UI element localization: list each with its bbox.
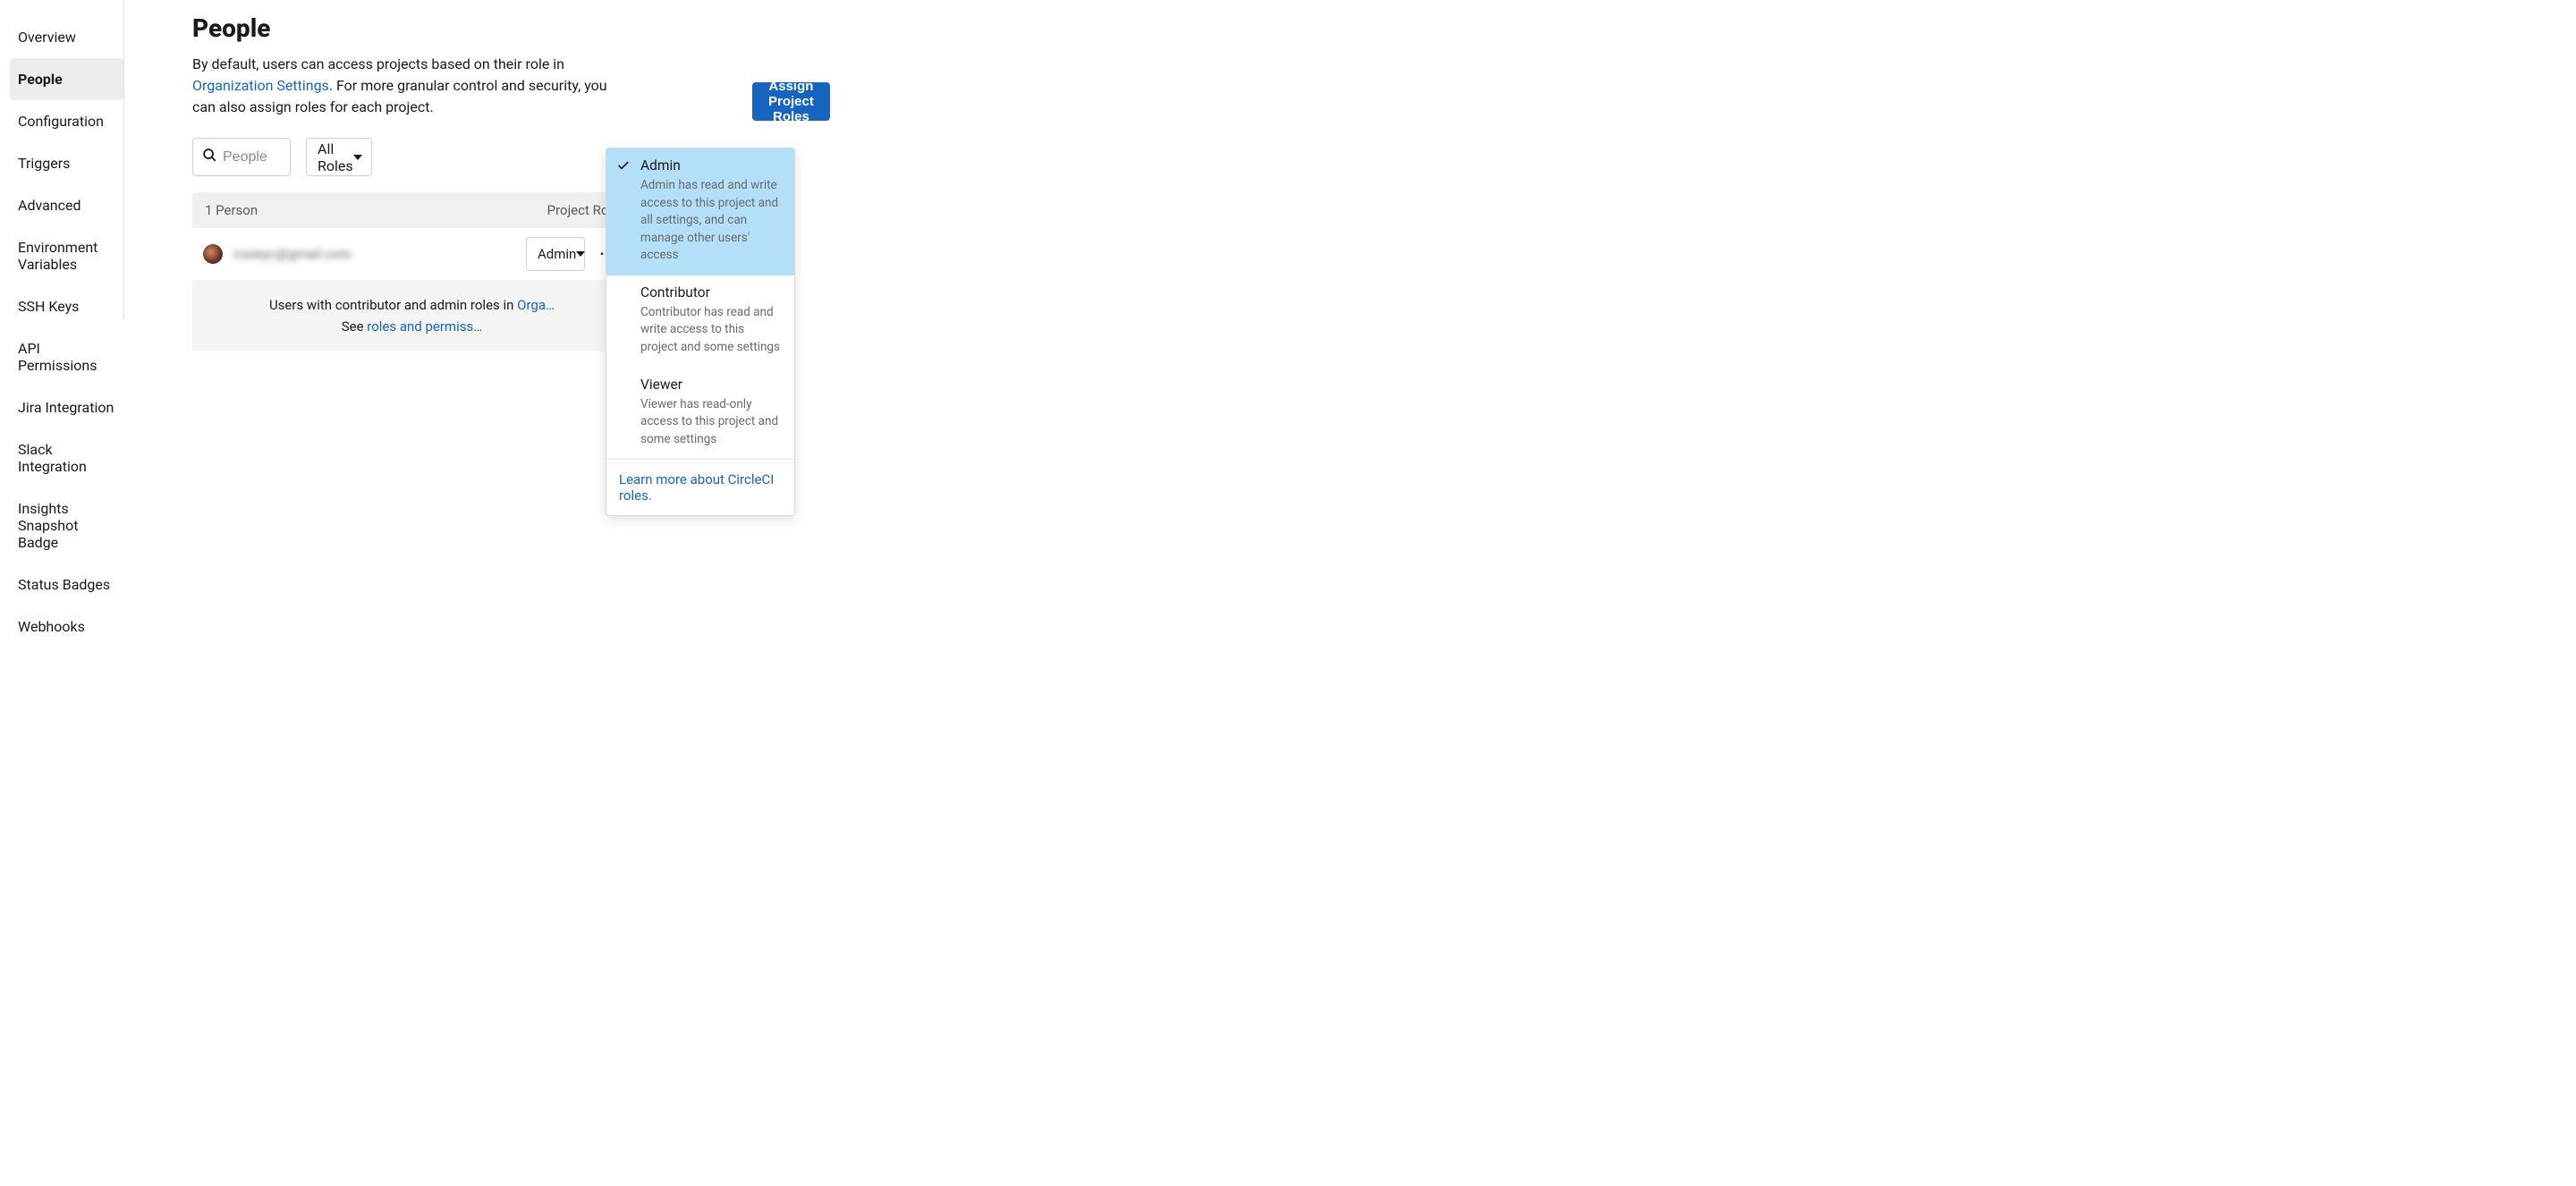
- dropdown-learn-more-link[interactable]: Learn more about CircleCI roles.: [606, 460, 794, 515]
- option-title: Viewer: [640, 377, 782, 393]
- sidebar-item-status-badges[interactable]: Status Badges: [10, 563, 123, 606]
- user-email: rosieyc@gmail.com: [233, 246, 515, 262]
- option-title: Admin: [640, 157, 782, 174]
- check-icon: [616, 158, 631, 173]
- footer-text-pre: Users with contributor and admin roles i…: [269, 297, 517, 313]
- sidebar-item-api-permissions[interactable]: API Permissions: [10, 327, 123, 386]
- dropdown-option-contributor[interactable]: Contributor Contributor has read and wri…: [606, 275, 794, 368]
- chevron-down-icon: [576, 251, 585, 257]
- sidebar-item-env-vars[interactable]: Environment Variables: [10, 226, 123, 285]
- page-title: People: [192, 13, 631, 43]
- sidebar-item-advanced[interactable]: Advanced: [10, 184, 123, 226]
- footer-text-mid: See: [342, 318, 368, 335]
- sidebar-item-insights-badge[interactable]: Insights Snapshot Badge: [10, 487, 123, 563]
- main-content: People By default, users can access proj…: [192, 13, 631, 352]
- assign-project-roles-button[interactable]: Assign Project Roles: [752, 82, 830, 121]
- sidebar-item-configuration[interactable]: Configuration: [10, 100, 123, 142]
- settings-sidebar: Overview People Configuration Triggers A…: [10, 16, 123, 648]
- option-desc: Viewer has read-only access to this proj…: [640, 396, 782, 449]
- role-filter-select[interactable]: All Roles: [306, 138, 372, 176]
- option-desc: Admin has read and write access to this …: [640, 177, 782, 265]
- sidebar-divider: [123, 0, 124, 319]
- option-title: Contributor: [640, 284, 782, 301]
- people-table: 1 Person Project Role rosieyc@gmail.com …: [192, 192, 631, 352]
- page-description: By default, users can access projects ba…: [192, 54, 631, 118]
- row-role-value: Admin: [538, 246, 576, 262]
- controls-row: All Roles: [192, 138, 631, 176]
- col-person: 1 Person: [205, 202, 258, 218]
- footer-org-link[interactable]: Orga…: [517, 297, 555, 313]
- dropdown-option-viewer[interactable]: Viewer Viewer has read-only access to th…: [606, 368, 794, 460]
- chevron-down-icon: [353, 155, 362, 160]
- table-footer: Users with contributor and admin roles i…: [192, 280, 631, 352]
- sidebar-item-ssh-keys[interactable]: SSH Keys: [10, 285, 123, 327]
- role-filter-label: All Roles: [318, 140, 353, 174]
- role-dropdown: Admin Admin has read and write access to…: [606, 148, 795, 516]
- dropdown-option-admin[interactable]: Admin Admin has read and write access to…: [606, 148, 794, 275]
- search-input[interactable]: [223, 149, 281, 165]
- sidebar-item-triggers[interactable]: Triggers: [10, 142, 123, 184]
- row-role-select[interactable]: Admin: [526, 237, 585, 271]
- sidebar-item-slack[interactable]: Slack Integration: [10, 428, 123, 487]
- sidebar-item-overview[interactable]: Overview: [10, 16, 123, 58]
- table-row: rosieyc@gmail.com Admin ···: [192, 228, 631, 280]
- org-settings-link[interactable]: Organization Settings: [192, 77, 329, 94]
- description-text-pre: By default, users can access projects ba…: [192, 55, 564, 72]
- search-people-field[interactable]: [192, 138, 291, 176]
- footer-roles-link[interactable]: roles and permiss…: [367, 318, 482, 335]
- table-header: 1 Person Project Role: [192, 192, 631, 228]
- avatar: [203, 244, 223, 264]
- option-desc: Contributor has read and write access to…: [640, 304, 782, 357]
- sidebar-item-webhooks[interactable]: Webhooks: [10, 606, 123, 648]
- sidebar-item-jira[interactable]: Jira Integration: [10, 386, 123, 428]
- sidebar-item-people[interactable]: People: [10, 58, 123, 100]
- search-icon: [202, 148, 217, 166]
